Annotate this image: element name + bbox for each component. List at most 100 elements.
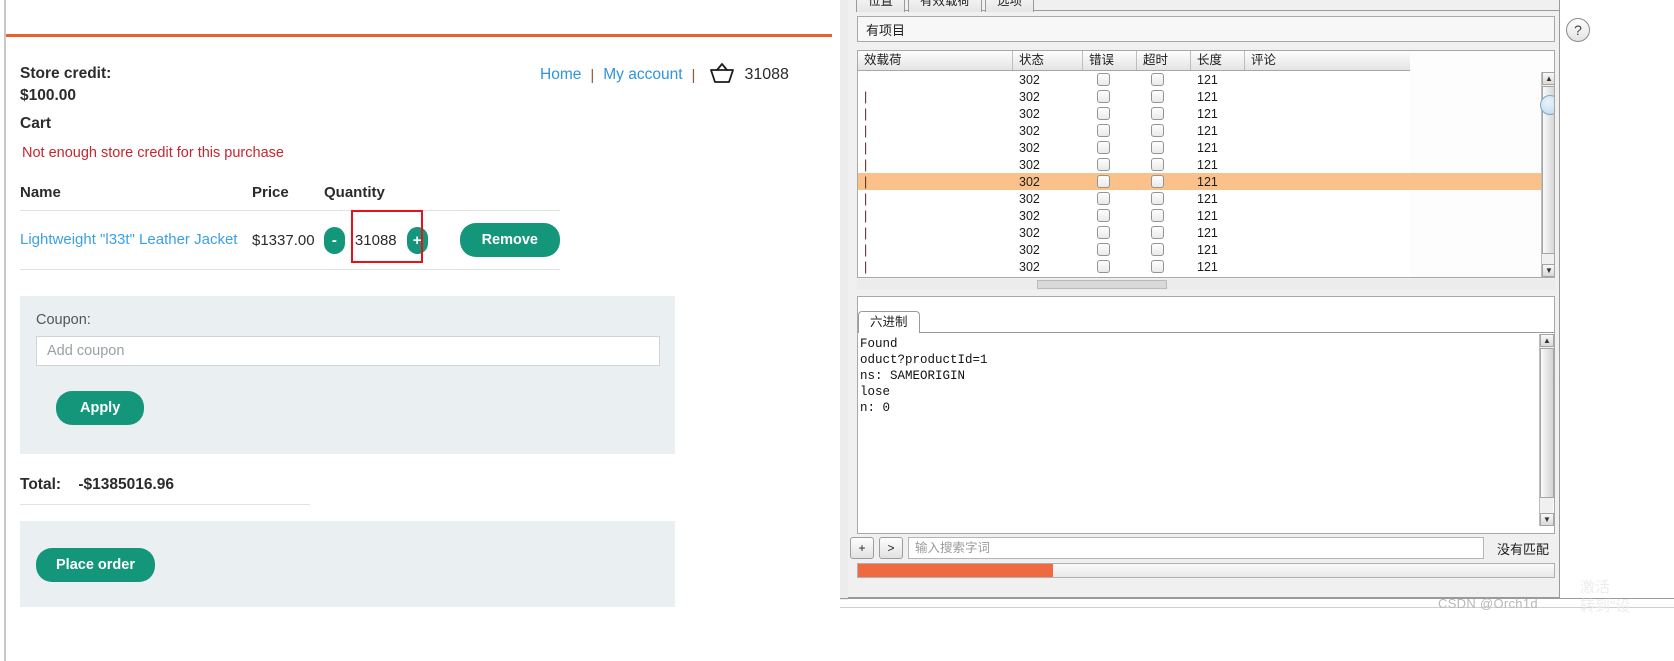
tab-hex[interactable]: 六进制 [858,311,920,333]
total-value: -$1385016.96 [78,476,174,493]
cell-error [1083,73,1137,86]
table-row[interactable]: | 302 121 [858,88,1554,105]
product-link[interactable]: Lightweight "l33t" Leather Jacket [20,231,237,248]
scroll-up-arrow[interactable]: ▲ [1542,72,1554,85]
error-checkbox[interactable] [1097,158,1110,171]
column-header-status[interactable]: 状态 [1013,51,1083,70]
error-checkbox[interactable] [1097,141,1110,154]
store-credit-label: Store credit: [20,65,112,82]
timeout-checkbox[interactable] [1151,124,1164,137]
error-checkbox[interactable] [1097,243,1110,256]
cell-length: 121 [1197,225,1218,240]
timeout-checkbox[interactable] [1151,192,1164,205]
table-row[interactable]: | 302 121 [858,173,1554,190]
scroll-down-arrow[interactable]: ▼ [1542,264,1554,277]
cell-timeout [1137,243,1191,256]
timeout-checkbox[interactable] [1151,260,1164,273]
search-input[interactable] [908,537,1484,559]
timeout-checkbox[interactable] [1151,73,1164,86]
column-header-error[interactable]: 错误 [1083,51,1137,70]
cell-error [1083,243,1137,256]
error-checkbox[interactable] [1097,192,1110,205]
table-row[interactable]: | 302 121 [858,207,1554,224]
cell-error [1083,158,1137,171]
table-row[interactable]: | 302 121 [858,139,1554,156]
remove-item-button[interactable]: Remove [459,223,560,257]
error-checkbox[interactable] [1097,260,1110,273]
shop-left-border [4,0,6,661]
timeout-checkbox[interactable] [1151,141,1164,154]
cell-status: 302 [1019,259,1040,274]
basket-icon[interactable] [708,62,736,89]
error-checkbox[interactable] [1097,226,1110,239]
table-row[interactable]: 302 121 [858,71,1554,88]
cell-timeout [1137,209,1191,222]
quantity-increment-button[interactable]: + [406,226,428,254]
error-checkbox[interactable] [1097,209,1110,222]
apply-coupon-button[interactable]: Apply [56,391,145,425]
results-hscroll-thumb[interactable] [1037,280,1167,289]
column-header-timeout[interactable]: 超时 [1137,51,1191,70]
table-row[interactable]: | 302 121 [858,258,1554,275]
response-panel: 六进制 Found oduct?productId=1 ns: SAMEORIG… [857,296,1555,534]
cart-table-header: Name Price Quantity [20,184,560,211]
burp-intruder-panel: 位置 有效载荷 选项 有项目 ? 效载荷 状态 错误 超时 长度 评论 302 … [840,0,1674,661]
timeout-checkbox[interactable] [1151,107,1164,120]
nav-link-my-account[interactable]: My account [603,66,682,84]
tab-positions[interactable]: 位置 [856,0,906,12]
place-order-button[interactable]: Place order [36,548,155,582]
error-checkbox[interactable] [1097,90,1110,103]
timeout-checkbox[interactable] [1151,226,1164,239]
search-next-button[interactable]: > [879,537,903,559]
cart-total-row: Total: -$1385016.96 [20,476,310,505]
cell-status: 302 [1019,157,1040,172]
column-header-payload[interactable]: 效载荷 [858,51,1013,70]
cell-payload: | [864,106,868,121]
search-prev-button[interactable]: + [850,537,874,559]
error-checkbox[interactable] [1097,107,1110,120]
timeout-checkbox[interactable] [1151,90,1164,103]
filter-bar[interactable]: 有项目 ? [857,16,1590,42]
timeout-checkbox[interactable] [1151,158,1164,171]
cell-length: 121 [1197,140,1218,155]
cell-payload: | [864,225,868,240]
column-header-length[interactable]: 长度 [1191,51,1245,70]
table-row[interactable]: | 302 121 [858,190,1554,207]
cart-heading: Cart [20,115,52,132]
burp-bottom-divider-2 [840,607,1674,608]
timeout-checkbox[interactable] [1151,243,1164,256]
cell-length: 121 [1197,106,1218,121]
error-checkbox[interactable] [1097,175,1110,188]
coupon-input[interactable] [36,336,660,366]
error-checkbox[interactable] [1097,73,1110,86]
tab-payloads[interactable]: 有效载荷 [908,0,983,12]
column-header-price: Price [252,184,289,201]
response-vertical-scrollbar[interactable]: ▲ ▼ [1539,334,1554,526]
error-checkbox[interactable] [1097,124,1110,137]
table-row[interactable]: | 302 121 [858,241,1554,258]
table-row[interactable]: | 302 121 [858,224,1554,241]
table-row[interactable]: | 302 121 [858,156,1554,173]
results-scroll-thumb[interactable] [1540,86,1554,254]
timeout-checkbox[interactable] [1151,175,1164,188]
cell-error [1083,141,1137,154]
results-vertical-scrollbar[interactable]: ▲ ▼ [1540,72,1554,277]
help-icon[interactable]: ? [1566,18,1590,42]
tab-options[interactable]: 选项 [985,0,1035,12]
results-horizontal-scrollbar[interactable] [857,279,1555,290]
accent-bar [6,34,832,37]
scroll-position-marker [1540,95,1554,115]
table-row[interactable]: | 302 121 [858,122,1554,139]
nav-separator-2: | [691,66,696,84]
timeout-checkbox[interactable] [1151,209,1164,222]
response-scroll-thumb[interactable] [1540,348,1554,498]
response-scroll-up-arrow[interactable]: ▲ [1540,334,1554,347]
response-scroll-down-arrow[interactable]: ▼ [1540,513,1554,526]
cell-length: 121 [1197,174,1218,189]
search-row: + > 没有匹配 [848,534,1562,562]
table-row[interactable]: | 302 121 [858,105,1554,122]
quantity-decrement-button[interactable]: - [324,226,345,254]
column-header-comment[interactable]: 评论 [1245,51,1410,70]
nav-link-home[interactable]: Home [540,66,581,84]
store-credit-value: $100.00 [20,87,77,105]
